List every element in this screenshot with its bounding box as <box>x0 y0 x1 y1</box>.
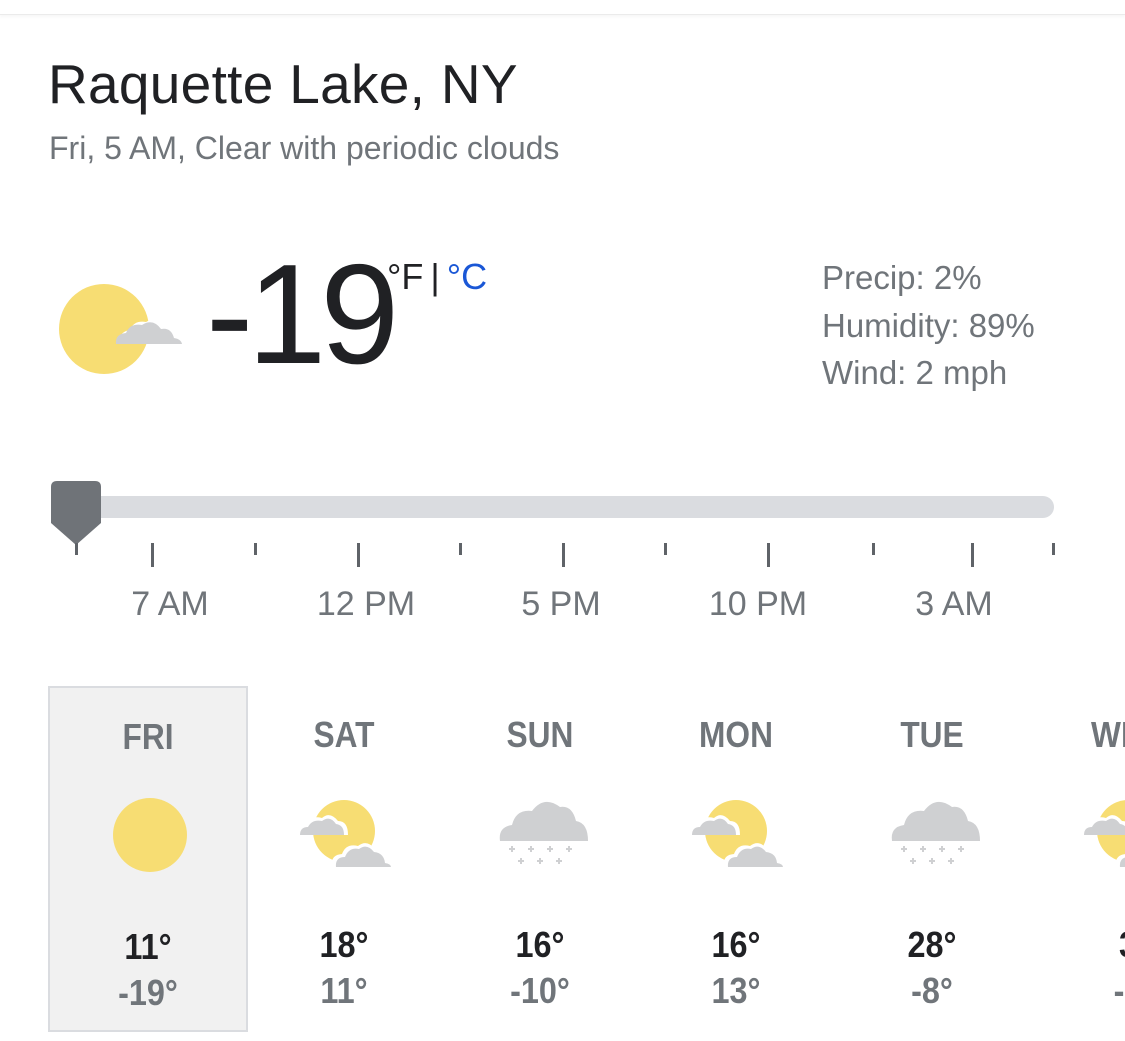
snow-icon <box>499 801 588 864</box>
partly-cloudy-icon <box>1080 800 1125 867</box>
top-edge <box>0 0 1125 15</box>
partly-cloudy-icon <box>296 800 394 867</box>
location-title: Raquette Lake, NY <box>48 53 518 115</box>
snow-icon <box>891 801 980 864</box>
forecast-day-sun[interactable]: SUN 16° -10° <box>440 686 640 1032</box>
day-low-temp: -1 <box>1113 970 1125 1011</box>
unit-separator: | <box>430 256 440 297</box>
day-low-temp: 13° <box>711 970 761 1011</box>
sun-small-cloud-icon <box>59 284 187 374</box>
tick <box>562 543 565 567</box>
humidity-value: Humidity: 89% <box>822 306 1035 344</box>
tick <box>767 543 770 567</box>
day-name: MON <box>699 714 773 755</box>
day-low-temp: -8° <box>911 970 953 1011</box>
hour-label: 5 PM <box>521 585 601 623</box>
hour-label: 10 PM <box>708 585 808 623</box>
partly-cloudy-icon <box>688 800 786 867</box>
hour-label: 12 PM <box>316 585 416 623</box>
timeline-slider-track[interactable] <box>52 496 1054 518</box>
tick <box>872 543 875 555</box>
unit-switcher: °F | °C <box>387 256 487 298</box>
wind-value: Wind: 2 mph <box>822 354 1008 391</box>
forecast-day-tue[interactable]: TUE 28° -8° <box>832 686 1032 1032</box>
timeline-ticks <box>0 543 1125 567</box>
day-name: FRI <box>122 716 174 757</box>
day-low-temp: -19° <box>118 972 178 1013</box>
celsius-unit-link[interactable]: °C <box>447 256 487 297</box>
day-name: SUN <box>506 714 574 755</box>
forecast-day-mon[interactable]: MON 16° 13° <box>636 686 836 1032</box>
day-high-temp: 3 <box>1038 924 1125 966</box>
tick <box>459 543 462 555</box>
weather-details: Precip: 2% Humidity: 89% Wind: 2 mph <box>822 254 1035 397</box>
timeline-hour-labels: 7 AM 12 PM 5 PM 10 PM 3 AM <box>0 585 1125 629</box>
tick <box>75 543 78 555</box>
day-name: TUE <box>900 714 964 755</box>
precip-value: Precip: 2% <box>822 259 982 296</box>
forecast-day-wed[interactable]: WED 3 -1 <box>1028 686 1125 1032</box>
day-high-temp: 28° <box>907 924 957 965</box>
day-high-temp: 18° <box>319 924 369 965</box>
fahrenheit-unit[interactable]: °F <box>387 256 423 297</box>
current-temperature: -19 <box>206 235 399 394</box>
tick <box>971 543 974 567</box>
sunny-icon <box>113 798 187 872</box>
forecast-day-sat[interactable]: SAT 18° 11° <box>244 686 444 1032</box>
day-name: WED <box>1091 714 1125 755</box>
day-high-temp: 11° <box>124 926 172 967</box>
day-high-temp: 16° <box>711 924 761 965</box>
day-name: SAT <box>313 714 375 755</box>
tick <box>151 543 154 567</box>
tick <box>1052 543 1055 555</box>
day-low-temp: 11° <box>320 970 368 1011</box>
hour-label: 7 AM <box>131 585 209 623</box>
timeline-slider-handle[interactable] <box>51 481 101 546</box>
tick <box>664 543 667 555</box>
daily-forecast: FRI 11° -19° SAT 18° 11° SUN 16° -10° MO… <box>0 686 1125 1034</box>
tick <box>254 543 257 555</box>
conditions-subtitle: Fri, 5 AM, Clear with periodic clouds <box>49 130 560 166</box>
tick <box>357 543 360 567</box>
day-low-temp: -10° <box>510 970 570 1011</box>
day-high-temp: 16° <box>515 924 565 965</box>
hour-label: 3 AM <box>915 585 993 623</box>
forecast-day-fri[interactable]: FRI 11° -19° <box>48 686 248 1032</box>
